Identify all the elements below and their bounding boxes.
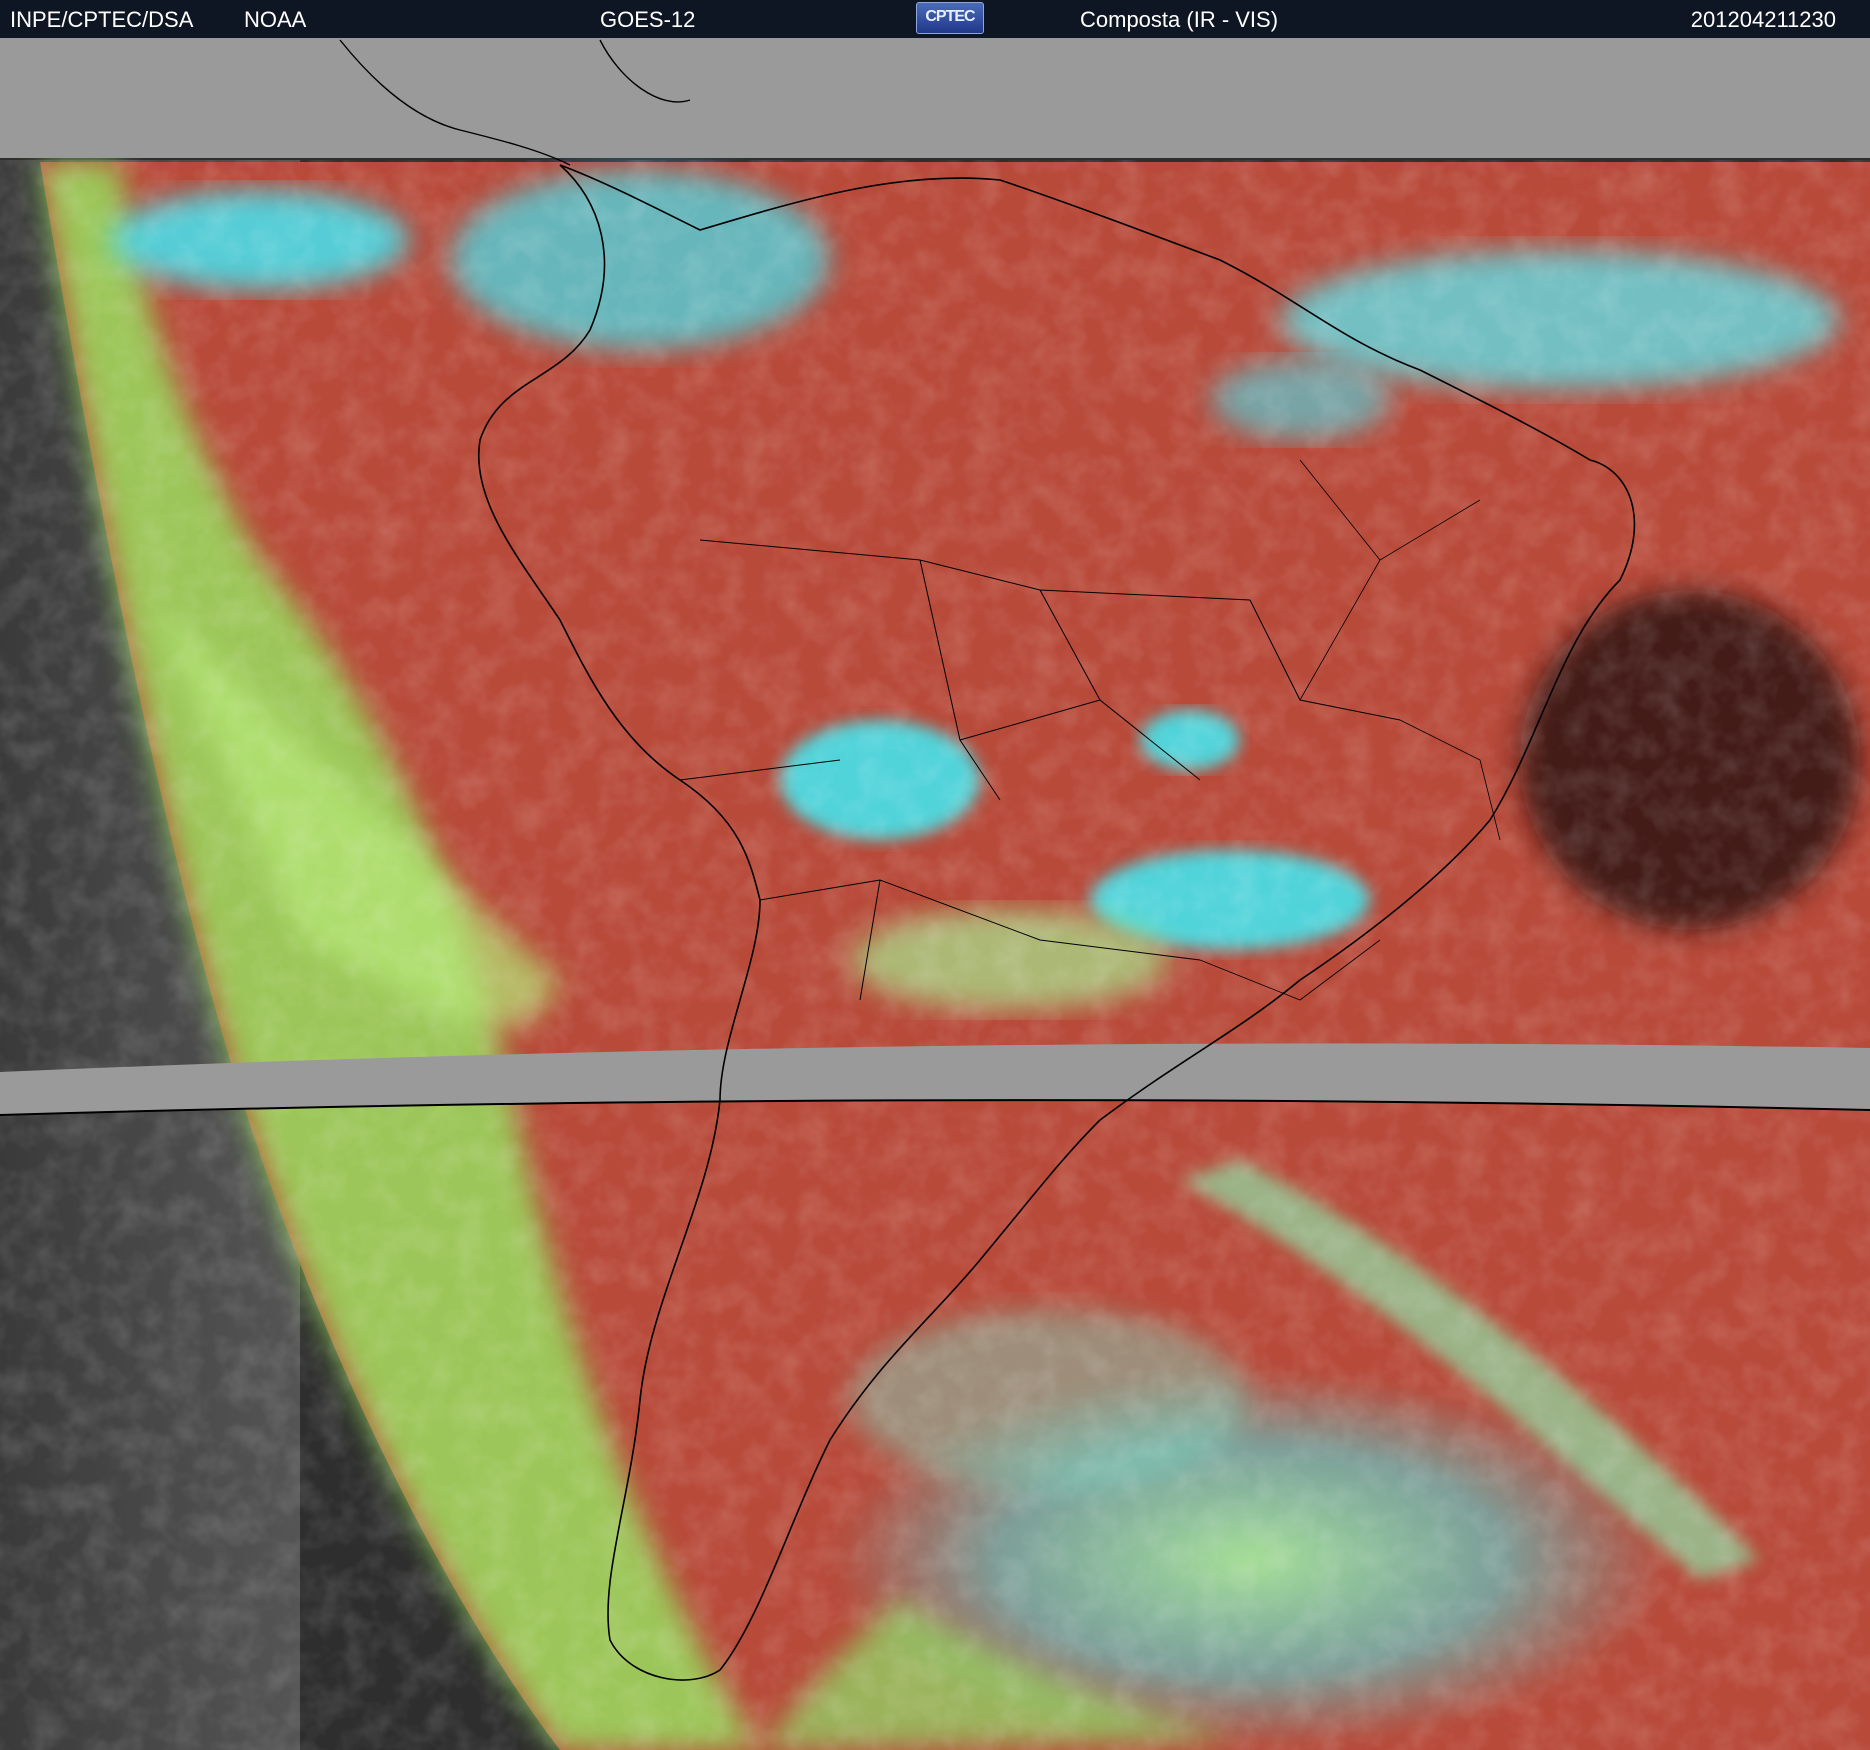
nodata-band-top bbox=[0, 38, 1870, 158]
logo-text: CPTEC bbox=[925, 8, 975, 25]
image-header-bar: INPE/CPTEC/DSA NOAA GOES-12 CPTEC Compos… bbox=[0, 0, 1870, 38]
organization-label: INPE/CPTEC/DSA bbox=[10, 7, 194, 32]
cloud-texture bbox=[0, 160, 1870, 1750]
agency-label: NOAA bbox=[244, 7, 307, 32]
cptec-logo: CPTEC bbox=[916, 2, 984, 34]
timestamp-label: 201204211230 bbox=[1690, 7, 1836, 32]
product-label: Composta (IR - VIS) bbox=[1080, 7, 1279, 32]
satellite-label: GOES-12 bbox=[600, 7, 696, 32]
satellite-composite-image bbox=[0, 38, 1870, 1750]
